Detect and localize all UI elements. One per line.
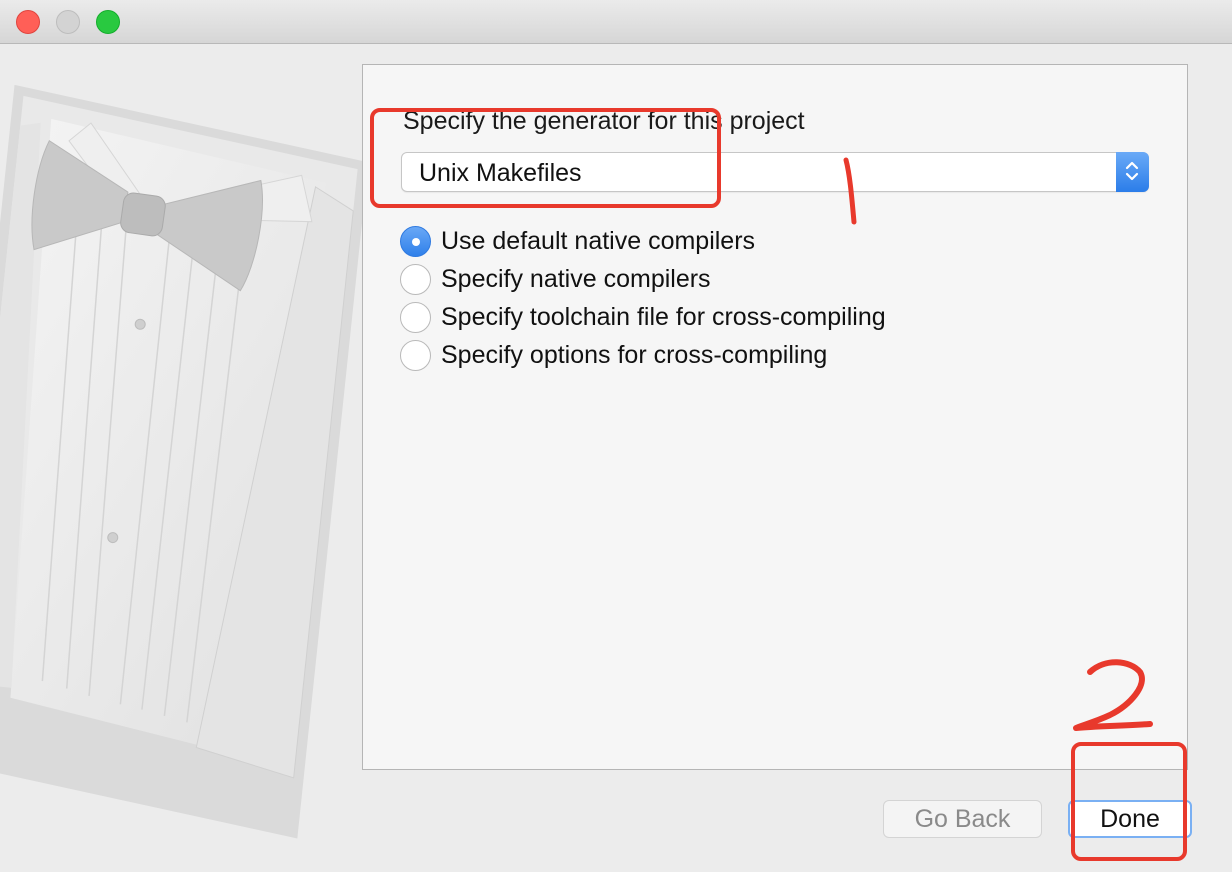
radio-label: Specify native compilers [441,265,711,293]
chevron-up-down-icon[interactable] [1116,152,1149,192]
done-button[interactable]: Done [1068,800,1192,838]
radio-button[interactable] [400,264,431,295]
radio-button[interactable] [400,340,431,371]
close-window-button[interactable] [16,10,40,34]
generator-select-value: Unix Makefiles [419,159,582,187]
radio-label: Specify toolchain file for cross-compili… [441,303,886,331]
generator-setup-panel: Specify the generator for this project U… [362,64,1188,770]
radio-button[interactable] [400,302,431,333]
minimize-window-button[interactable] [56,10,80,34]
radio-button[interactable] [400,226,431,257]
title-bar [0,0,1232,44]
radio-label: Specify options for cross-compiling [441,341,828,369]
generator-select[interactable]: Unix Makefiles [401,152,1149,192]
radio-label: Use default native compilers [441,227,756,255]
go-back-button[interactable]: Go Back [883,800,1042,838]
generator-label: Specify the generator for this project [403,107,805,135]
tuxedo-artwork [0,84,362,839]
zoom-window-button[interactable] [96,10,120,34]
